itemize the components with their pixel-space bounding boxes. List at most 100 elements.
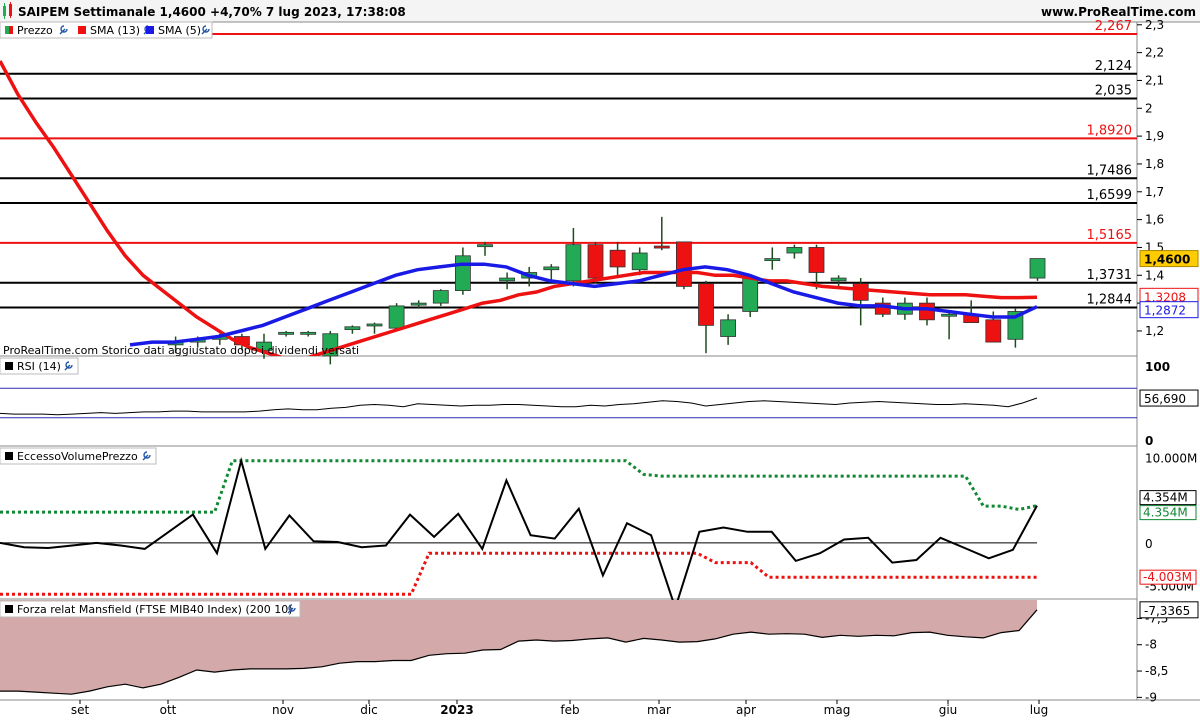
x-axis: set ott nov dic 2023 feb mar apr mag giu lug [71, 700, 1048, 717]
volume-panel: 10.000M0-5.000M4.354M4.354M-4.003M [0, 451, 1197, 612]
volume-upper-label-2: 4.354M [1143, 506, 1188, 520]
price-legend: Prezzo SMA (13) SMA (5) [0, 21, 213, 39]
candle-body [852, 283, 869, 301]
volume-upper-label: 4.354M [1143, 491, 1188, 505]
y-tick-label: 1,6 [1145, 213, 1164, 227]
candle-body [366, 323, 383, 327]
volume-legend-label: EccessoVolumePrezzo [17, 450, 138, 463]
rsi-legend: RSI (14) [0, 357, 79, 375]
candle-body [609, 249, 626, 268]
site-label[interactable]: www.ProRealTime.com [1041, 5, 1196, 19]
mansfield-legend-label: Forza relat Mansfield (FTSE MIB40 Index)… [17, 603, 293, 616]
level-label: 1,2844 [1087, 292, 1133, 307]
volume-lower-band [0, 551, 1037, 596]
candle-body [410, 302, 427, 306]
candle-up [278, 330, 295, 337]
candle-down [919, 297, 935, 326]
candle-body [432, 290, 449, 304]
y-tick-label: 2,3 [1145, 18, 1164, 32]
candle-up [300, 330, 317, 337]
y-tick-label: 1,8 [1145, 157, 1164, 171]
candle-body [698, 283, 714, 326]
y-tick-label: 2,1 [1145, 73, 1164, 87]
legend-label-sma5: SMA (5) [158, 24, 201, 37]
candle-down [963, 300, 980, 323]
x-tick-label: feb [560, 703, 579, 717]
chart-header: SAIPEM Settimanale 1,4600 +4,70% 7 lug 2… [0, 0, 1200, 22]
volume-tick-label: 0 [1145, 537, 1153, 551]
candle-up [764, 247, 781, 270]
sma5-tag: 1,2872 [1144, 304, 1186, 318]
y-tick-label: 2,2 [1145, 46, 1164, 60]
candle-up [344, 325, 361, 334]
rsi-panel: 100 0 56,690 [0, 360, 1199, 448]
mansfield-tick-label: -9 [1145, 690, 1157, 704]
candle-body [742, 277, 759, 312]
candle-up [565, 227, 582, 287]
candle-down [653, 216, 670, 251]
panel-frames [0, 21, 1200, 701]
level-label: 1,7486 [1087, 163, 1133, 178]
x-tick-label: set [71, 703, 90, 717]
volume-legend: EccessoVolumePrezzo [0, 447, 157, 465]
candle-up [432, 289, 449, 306]
candle-body [300, 331, 317, 335]
candle-body [830, 277, 847, 282]
level-label: 2,124 [1095, 59, 1132, 74]
y-tick-label: 2 [1145, 101, 1153, 115]
candle-up [454, 247, 471, 295]
x-tick-label: ott [160, 703, 177, 717]
rsi-last-label: 56,690 [1144, 392, 1186, 406]
candle-up [720, 314, 736, 345]
candle-body [499, 277, 516, 282]
candle-body [985, 319, 1002, 343]
candle-body [720, 319, 736, 337]
level-label: 1,3731 [1087, 268, 1133, 283]
candle-down [852, 278, 869, 326]
level-label: 2,035 [1095, 84, 1132, 99]
candle-body [1029, 258, 1046, 279]
x-tick-label: giu [939, 703, 958, 717]
y-tick-label: 1,9 [1145, 129, 1164, 143]
chart-canvas[interactable]: SAIPEM Settimanale 1,4600 +4,70% 7 lug 2… [0, 0, 1200, 720]
candle-up [830, 275, 847, 287]
volume-lower-label: -4.003M [1143, 570, 1192, 584]
level-label: 2,267 [1095, 19, 1132, 34]
candle-down [676, 241, 692, 290]
rsi-legend-label: RSI (14) [17, 360, 61, 373]
x-tick-label: 2023 [440, 703, 473, 717]
volume-tick-label: 10.000M [1145, 451, 1197, 465]
candle-up [786, 244, 803, 259]
candle-up [366, 322, 383, 334]
y-tick-label: 1,2 [1145, 324, 1164, 338]
mansfield-last-label: -7,3365 [1144, 604, 1190, 618]
x-tick-label: mar [647, 703, 671, 717]
level-label: 1,6599 [1087, 188, 1133, 203]
candle-body [587, 244, 604, 279]
x-tick-label: nov [272, 703, 294, 717]
candle-up [499, 272, 516, 290]
candle-down [698, 280, 714, 354]
rsi-tick-label: 100 [1145, 360, 1170, 374]
mansfield-legend: Forza relat Mansfield (FTSE MIB40 Index)… [0, 600, 301, 618]
chart-title: SAIPEM Settimanale 1,4600 +4,70% 7 lug 2… [18, 5, 406, 19]
candle-up [1029, 258, 1046, 281]
last-price: 1,4600 [1144, 253, 1190, 267]
candle-body [764, 258, 781, 261]
x-tick-label: lug [1030, 703, 1049, 717]
candle-up [742, 275, 759, 318]
dividend-note: ProRealTime.com Storico dati aggiustato … [3, 344, 359, 357]
level-label: 1,8920 [1087, 123, 1133, 138]
candle-body [344, 326, 361, 330]
candle-body [808, 247, 825, 273]
candle-body [454, 255, 471, 291]
y-tick-label: 1,4 [1145, 268, 1164, 282]
candle-body [631, 252, 648, 271]
candle-up [941, 311, 957, 340]
volume-line [0, 456, 1038, 612]
candle-body [565, 244, 582, 282]
candle-body [477, 244, 493, 248]
level-label: 1,5165 [1087, 228, 1133, 243]
x-tick-label: mag [824, 703, 851, 717]
candle-down [609, 241, 626, 276]
